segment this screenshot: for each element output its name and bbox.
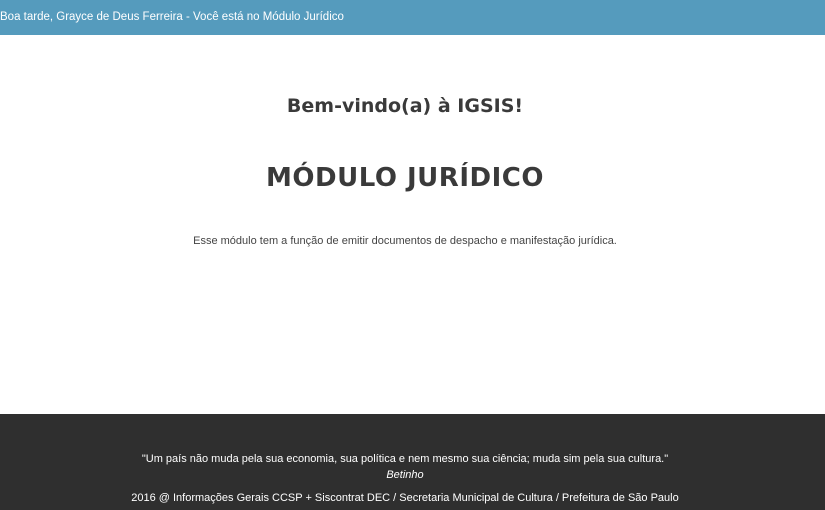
top-header-bar: Boa tarde, Grayce de Deus Ferreira - Voc… xyxy=(0,0,825,35)
main-content: Bem-vindo(a) à IGSIS! MÓDULO JURÍDICO Es… xyxy=(0,35,825,414)
footer: "Um país não muda pela sua economia, sua… xyxy=(0,414,825,510)
page-title: MÓDULO JURÍDICO xyxy=(266,163,544,193)
welcome-heading: Bem-vindo(a) à IGSIS! xyxy=(286,95,524,117)
module-description: Esse módulo tem a função de emitir docum… xyxy=(193,235,617,247)
footer-credits: 2016 @ Informações Gerais CCSP + Siscont… xyxy=(131,492,679,504)
footer-quote: "Um país não muda pela sua economia, sua… xyxy=(141,453,669,465)
greeting-text: Boa tarde, Grayce de Deus Ferreira - Voc… xyxy=(0,11,344,23)
footer-quote-author: Betinho xyxy=(386,469,424,481)
